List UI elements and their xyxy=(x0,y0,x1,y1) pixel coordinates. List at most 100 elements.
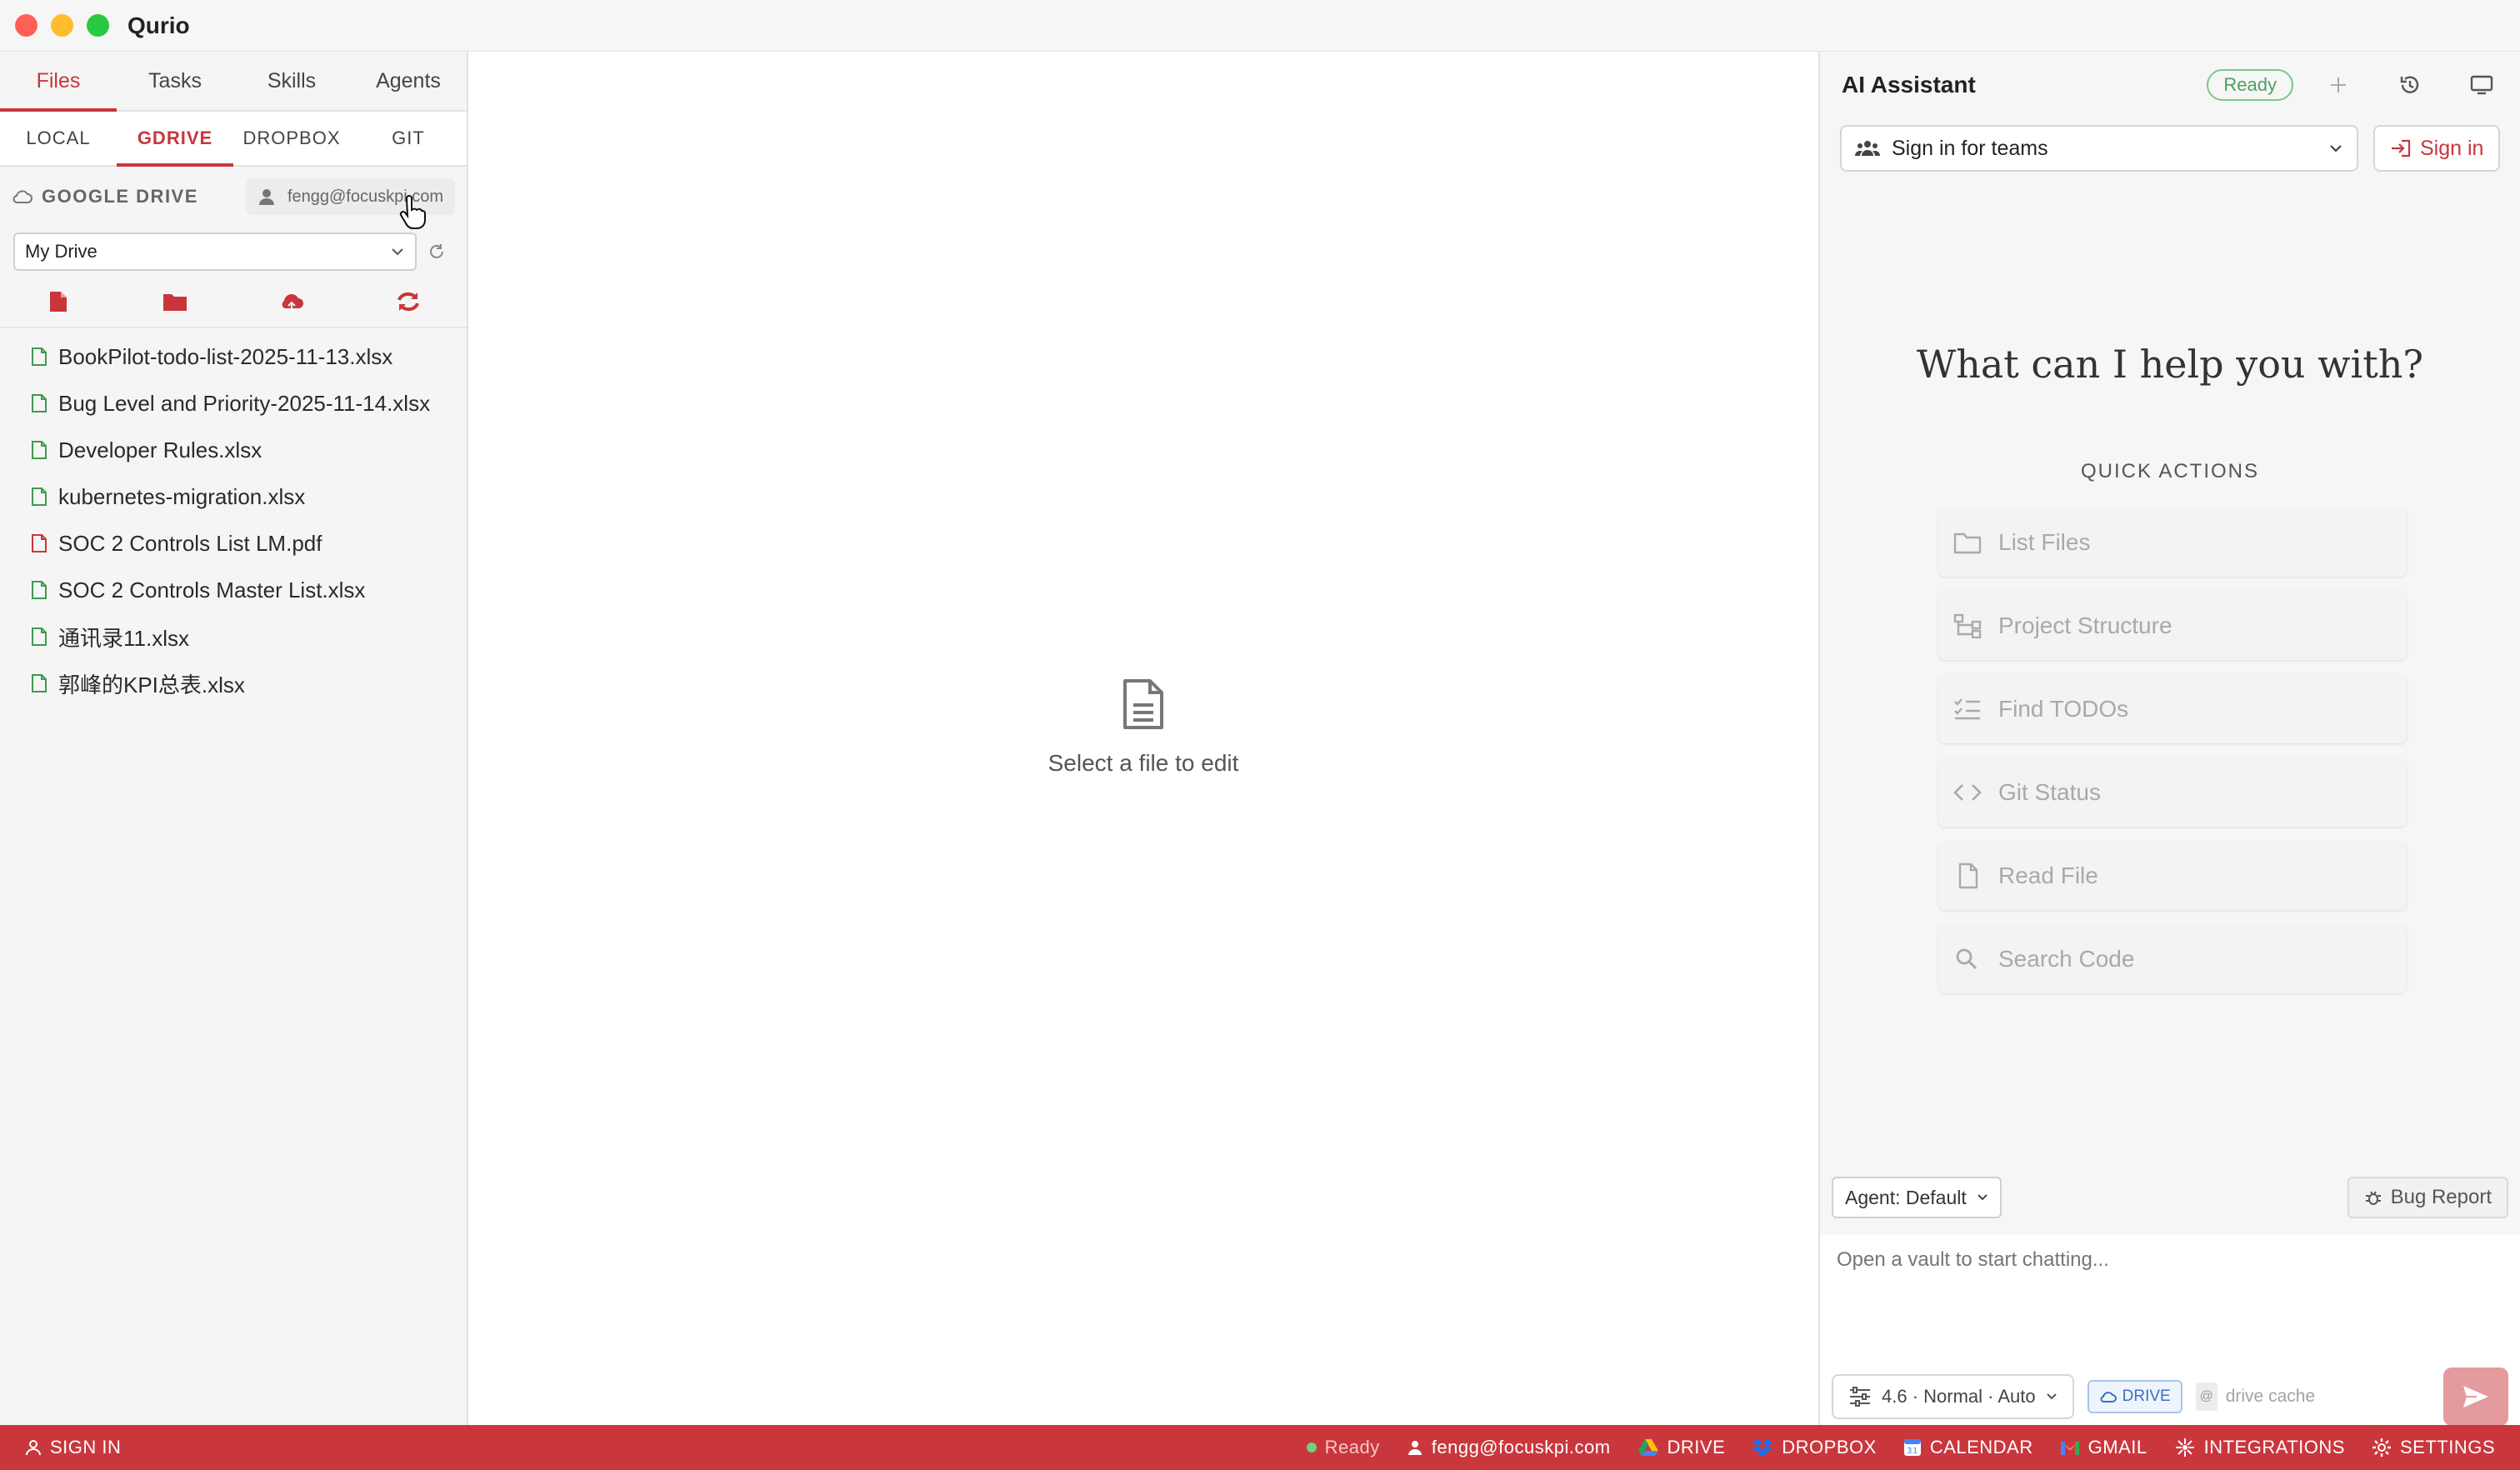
drive-context-chip[interactable]: DRIVE xyxy=(2087,1380,2182,1413)
file-name: SOC 2 Controls List LM.pdf xyxy=(58,530,322,556)
quick-action-search-code[interactable]: Search Code xyxy=(1938,925,2407,993)
status-account[interactable]: fengg@focuskpi.com xyxy=(1407,1437,1611,1458)
sidebar-main-tabs: Files Tasks Skills Agents xyxy=(0,52,467,112)
file-item[interactable]: SOC 2 Controls Master List.xlsx xyxy=(0,567,467,613)
file-toolbar xyxy=(0,277,467,328)
model-settings-select[interactable]: 4.6 · Normal · Auto xyxy=(1832,1374,2074,1419)
drive-cache-placeholder: drive cache xyxy=(2225,1387,2316,1406)
new-file-icon xyxy=(50,292,67,312)
tab-tasks[interactable]: Tasks xyxy=(117,52,233,110)
status-drive-label: DRIVE xyxy=(1667,1437,1726,1458)
bug-icon xyxy=(2365,1191,2381,1205)
login-icon xyxy=(2391,139,2411,158)
status-calendar[interactable]: 31 CALENDAR xyxy=(1903,1437,2033,1458)
status-integrations[interactable]: INTEGRATIONS xyxy=(2174,1437,2345,1458)
quick-action-git-status[interactable]: Git Status xyxy=(1938,758,2407,827)
tab-local[interactable]: LOCAL xyxy=(0,112,117,165)
status-drive[interactable]: DRIVE xyxy=(1638,1437,1726,1458)
agent-select[interactable]: Agent: Default xyxy=(1832,1177,2002,1218)
chat-composer: Agent: Default Bug Report 4.6 · Normal ·… xyxy=(1820,1160,2520,1426)
bug-report-button[interactable]: Bug Report xyxy=(2347,1177,2508,1218)
file-item[interactable]: Developer Rules.xlsx xyxy=(0,427,467,473)
editor-empty-label: Select a file to edit xyxy=(1048,750,1239,776)
chevron-down-icon xyxy=(2330,145,2342,152)
drive-label-text: GOOGLE DRIVE xyxy=(42,186,198,207)
tab-files[interactable]: Files xyxy=(0,52,117,112)
file-item[interactable]: 通讯录11.xlsx xyxy=(0,613,467,660)
sync-icon xyxy=(398,292,419,312)
send-button[interactable] xyxy=(2443,1368,2508,1426)
status-ready-label: Ready xyxy=(1324,1437,1380,1458)
quick-action-project-structure[interactable]: Project Structure xyxy=(1938,592,2407,660)
tab-agents[interactable]: Agents xyxy=(350,52,467,110)
sliders-icon xyxy=(1850,1387,1870,1407)
cloud-upload-button[interactable] xyxy=(275,285,308,318)
model-settings-value: 4.6 · Normal · Auto xyxy=(1882,1386,2036,1407)
dropbox-icon xyxy=(1752,1439,1773,1457)
at-icon: @ xyxy=(2195,1382,2218,1411)
gmail-icon xyxy=(2060,1441,2080,1455)
editor-empty-state: Select a file to edit xyxy=(470,678,1817,777)
team-select[interactable]: Sign in for teams xyxy=(1840,125,2359,172)
spreadsheet-file-icon xyxy=(32,674,47,692)
pdf-file-icon xyxy=(32,534,47,552)
gear-icon xyxy=(2372,1438,2391,1457)
user-icon xyxy=(1408,1441,1422,1455)
status-dropbox-label: DROPBOX xyxy=(1782,1437,1877,1458)
quick-actions-list: List Files Project Structure Find TODOs … xyxy=(1938,508,2407,1008)
drive-cache-field[interactable]: @ drive cache xyxy=(2195,1382,2430,1411)
sidebar: Files Tasks Skills Agents LOCAL GDRIVE D… xyxy=(0,52,468,1425)
quick-action-read-file[interactable]: Read File xyxy=(1938,842,2407,910)
status-sign-in[interactable]: SIGN IN xyxy=(25,1437,121,1458)
maximize-window-button[interactable] xyxy=(87,14,109,37)
chat-input[interactable] xyxy=(1820,1235,2520,1360)
spreadsheet-file-icon xyxy=(32,394,47,412)
minimize-window-button[interactable] xyxy=(51,14,73,37)
quick-action-find-todos[interactable]: Find TODOs xyxy=(1938,675,2407,743)
tab-dropbox[interactable]: DROPBOX xyxy=(233,112,350,165)
file-item[interactable]: kubernetes-migration.xlsx xyxy=(0,473,467,520)
close-window-button[interactable] xyxy=(15,14,38,37)
refresh-icon[interactable] xyxy=(427,242,447,262)
file-icon xyxy=(1958,862,1978,889)
tab-skills[interactable]: Skills xyxy=(233,52,350,110)
file-item[interactable]: SOC 2 Controls List LM.pdf xyxy=(0,520,467,567)
file-item[interactable]: Bug Level and Priority-2025-11-14.xlsx xyxy=(0,380,467,427)
sign-in-button[interactable]: Sign in xyxy=(2373,125,2500,172)
new-folder-icon xyxy=(163,294,187,311)
status-badge: Ready xyxy=(2207,69,2293,101)
editor-pane: Select a file to edit xyxy=(470,52,1817,1425)
new-chat-button[interactable] xyxy=(2322,68,2355,102)
sign-in-label: Sign in xyxy=(2419,136,2484,160)
cloud-icon xyxy=(2100,1392,2117,1402)
drive-select-value: My Drive xyxy=(25,241,98,262)
history-button[interactable] xyxy=(2393,68,2427,102)
status-ready: Ready xyxy=(1306,1437,1380,1458)
display-button[interactable] xyxy=(2465,68,2498,102)
spreadsheet-file-icon xyxy=(32,348,47,366)
file-name: Developer Rules.xlsx xyxy=(58,437,262,462)
status-gmail[interactable]: GMAIL xyxy=(2060,1437,2148,1458)
file-item[interactable]: BookPilot-todo-list-2025-11-13.xlsx xyxy=(0,333,467,380)
drive-select-row: My Drive xyxy=(0,227,467,277)
sync-button[interactable] xyxy=(392,285,425,318)
new-file-button[interactable] xyxy=(42,285,75,318)
file-list: BookPilot-todo-list-2025-11-13.xlsx Bug … xyxy=(0,328,467,707)
window-titlebar: Qurio xyxy=(0,0,2520,52)
status-bar-right: Ready fengg@focuskpi.com DRIVE DROPBOX 3… xyxy=(1306,1437,2495,1458)
drive-select[interactable]: My Drive xyxy=(13,232,417,271)
file-item[interactable]: 郭峰的KPI总表.xlsx xyxy=(0,660,467,707)
status-settings[interactable]: SETTINGS xyxy=(2372,1437,2495,1458)
status-gmail-label: GMAIL xyxy=(2088,1437,2148,1458)
tab-git[interactable]: GIT xyxy=(350,112,467,165)
agent-select-value: Agent: Default xyxy=(1845,1186,1967,1208)
integrations-icon xyxy=(2175,1438,2194,1457)
new-folder-button[interactable] xyxy=(158,285,192,318)
tab-gdrive[interactable]: GDRIVE xyxy=(117,112,233,167)
drive-label: GOOGLE DRIVE xyxy=(12,186,198,208)
quick-action-label: Search Code xyxy=(1998,946,2135,972)
spreadsheet-file-icon xyxy=(32,488,47,506)
status-account-email: fengg@focuskpi.com xyxy=(1431,1437,1611,1458)
status-dropbox[interactable]: DROPBOX xyxy=(1752,1437,1877,1458)
quick-action-list-files[interactable]: List Files xyxy=(1938,508,2407,577)
